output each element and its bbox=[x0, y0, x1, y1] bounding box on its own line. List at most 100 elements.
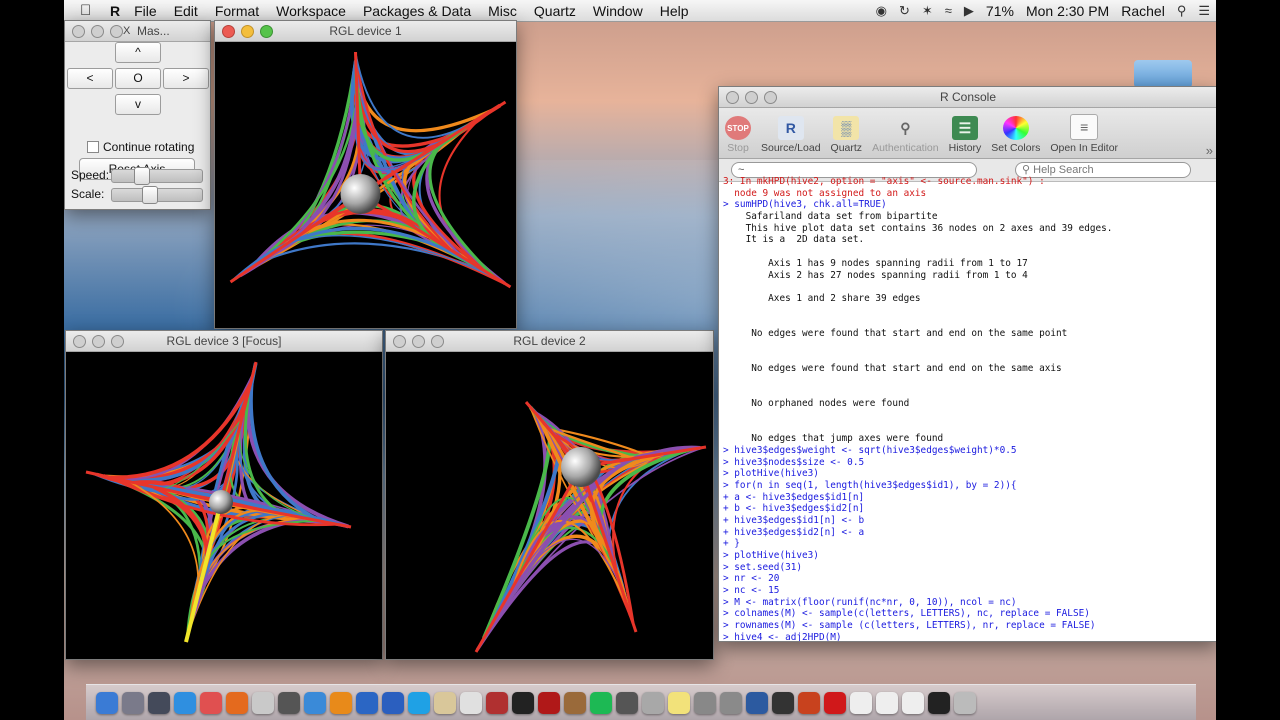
close-button[interactable] bbox=[726, 91, 739, 104]
safari-icon[interactable] bbox=[174, 692, 196, 714]
document3-icon[interactable] bbox=[902, 692, 924, 714]
facetime-icon[interactable] bbox=[278, 692, 300, 714]
zoom-button[interactable] bbox=[260, 25, 273, 38]
scale-slider[interactable] bbox=[111, 186, 203, 204]
app-menu[interactable]: R bbox=[110, 3, 120, 19]
rgl-device-2-canvas[interactable] bbox=[386, 352, 713, 659]
document2-icon[interactable] bbox=[876, 692, 898, 714]
rotate-left-button[interactable]: < bbox=[67, 68, 113, 89]
volume-icon[interactable]: ▶ bbox=[964, 3, 974, 19]
menu-format[interactable]: Format bbox=[215, 3, 259, 19]
rotate-center-button[interactable]: O bbox=[115, 68, 161, 89]
minimize-button[interactable] bbox=[745, 91, 758, 104]
itunes-icon[interactable] bbox=[304, 692, 326, 714]
rgl-device-3-canvas[interactable] bbox=[66, 352, 382, 659]
acrobat-icon[interactable] bbox=[824, 692, 846, 714]
rgl-device-3-titlebar[interactable]: RGL device 3 [Focus] bbox=[66, 331, 382, 352]
chrome-icon[interactable] bbox=[252, 692, 274, 714]
user-name[interactable]: Rachel bbox=[1121, 3, 1165, 19]
vlc-icon[interactable] bbox=[330, 692, 352, 714]
hive-plot-3d-view-3[interactable] bbox=[66, 352, 382, 659]
zoom-button[interactable] bbox=[110, 25, 123, 38]
continue-rotating-checkbox[interactable]: Continue rotating bbox=[87, 140, 194, 154]
zoom-button[interactable] bbox=[764, 91, 777, 104]
launchpad-icon[interactable] bbox=[122, 692, 144, 714]
spotify-icon[interactable] bbox=[590, 692, 612, 714]
menu-workspace[interactable]: Workspace bbox=[276, 3, 346, 19]
spotlight-icon[interactable]: ⚲ bbox=[1177, 3, 1187, 19]
calendar-date-icon[interactable] bbox=[460, 692, 482, 714]
minimize-button[interactable] bbox=[241, 25, 254, 38]
rotate-right-button[interactable]: > bbox=[163, 68, 209, 89]
menu-help[interactable]: Help bbox=[660, 3, 689, 19]
history-button[interactable]: ☰ History bbox=[949, 116, 981, 158]
rotate-up-button[interactable]: ^ bbox=[115, 42, 161, 63]
menu-packages-data[interactable]: Packages & Data bbox=[363, 3, 471, 19]
minimize-button[interactable] bbox=[92, 335, 105, 348]
notification-center-icon[interactable]: ☰ bbox=[1198, 3, 1210, 19]
close-button[interactable] bbox=[393, 335, 406, 348]
firefox-icon[interactable] bbox=[226, 692, 248, 714]
open-in-editor-button[interactable]: ≡ Open In Editor bbox=[1050, 114, 1118, 158]
trash-icon[interactable] bbox=[954, 692, 976, 714]
finder-icon[interactable] bbox=[96, 692, 118, 714]
notes-icon[interactable] bbox=[434, 692, 456, 714]
hive-plot-3d-view-1[interactable] bbox=[215, 42, 516, 328]
imovie-icon[interactable] bbox=[616, 692, 638, 714]
authentication-button[interactable]: ⚲ Authentication bbox=[872, 116, 939, 158]
quartz-button[interactable]: ▒ Quartz bbox=[831, 116, 862, 158]
word-icon[interactable] bbox=[382, 692, 404, 714]
powerpoint-icon[interactable] bbox=[798, 692, 820, 714]
zoom-button[interactable] bbox=[431, 335, 444, 348]
rgl-device-2-titlebar[interactable]: RGL device 2 bbox=[386, 331, 713, 352]
set-colors-button[interactable]: Set Colors bbox=[991, 116, 1040, 158]
menu-file[interactable]: File bbox=[134, 3, 157, 19]
clock[interactable]: Mon 2:30 PM bbox=[1026, 3, 1109, 19]
wifi-icon[interactable]: ≈ bbox=[945, 3, 952, 18]
guitar-icon[interactable] bbox=[564, 692, 586, 714]
photo-icon[interactable] bbox=[694, 692, 716, 714]
bluetooth-icon[interactable]: ✶ bbox=[922, 3, 933, 19]
checkbox-box[interactable] bbox=[87, 141, 99, 153]
terminal-icon[interactable] bbox=[512, 692, 534, 714]
scale-slider-thumb[interactable] bbox=[141, 186, 158, 204]
record-icon[interactable]: ◉ bbox=[876, 3, 887, 19]
minimize-button[interactable] bbox=[412, 335, 425, 348]
rgl-device-1-titlebar[interactable]: RGL device 1 bbox=[215, 21, 516, 42]
calendar-icon[interactable] bbox=[200, 692, 222, 714]
mas-titlebar[interactable]: X Mas... bbox=[65, 21, 210, 42]
close-button[interactable] bbox=[73, 335, 86, 348]
menu-misc[interactable]: Misc bbox=[488, 3, 517, 19]
menu-window[interactable]: Window bbox=[593, 3, 643, 19]
reader-icon[interactable] bbox=[538, 692, 560, 714]
stop-button[interactable]: STOP Stop bbox=[725, 116, 751, 158]
source-load-button[interactable]: R Source/Load bbox=[761, 116, 821, 158]
speed-slider[interactable] bbox=[111, 167, 203, 185]
rgl-device-1-canvas[interactable] bbox=[215, 42, 516, 328]
close-button[interactable] bbox=[72, 25, 85, 38]
menu-quartz[interactable]: Quartz bbox=[534, 3, 576, 19]
mission-control-icon[interactable] bbox=[148, 692, 170, 714]
dictionary-icon[interactable] bbox=[486, 692, 508, 714]
r-icon[interactable] bbox=[746, 692, 768, 714]
hive-plot-3d-view-2[interactable] bbox=[386, 352, 713, 659]
time-machine-icon[interactable]: ↻ bbox=[899, 3, 910, 19]
toolbar-overflow-icon[interactable]: » bbox=[1206, 143, 1213, 158]
system-prefs-icon[interactable] bbox=[720, 692, 742, 714]
console-output[interactable]: 3: In mkHPD(hive2, option = "axis" <- so… bbox=[719, 176, 1216, 641]
skype-icon[interactable] bbox=[408, 692, 430, 714]
minimize-button[interactable] bbox=[91, 25, 104, 38]
x11-icon[interactable] bbox=[772, 692, 794, 714]
r-console-titlebar[interactable]: R Console bbox=[719, 87, 1216, 108]
desktop-folder-icon[interactable] bbox=[1134, 60, 1192, 88]
document-icon[interactable] bbox=[850, 692, 872, 714]
speed-slider-thumb[interactable] bbox=[134, 167, 151, 185]
zoom-button[interactable] bbox=[111, 335, 124, 348]
battery-percent[interactable]: 71% bbox=[986, 3, 1014, 19]
close-button[interactable] bbox=[222, 25, 235, 38]
stickies-icon[interactable] bbox=[668, 692, 690, 714]
menu-edit[interactable]: Edit bbox=[174, 3, 198, 19]
quicksilver-icon[interactable] bbox=[356, 692, 378, 714]
window-icon[interactable] bbox=[928, 692, 950, 714]
apple-menu-icon[interactable]:  bbox=[80, 2, 100, 19]
